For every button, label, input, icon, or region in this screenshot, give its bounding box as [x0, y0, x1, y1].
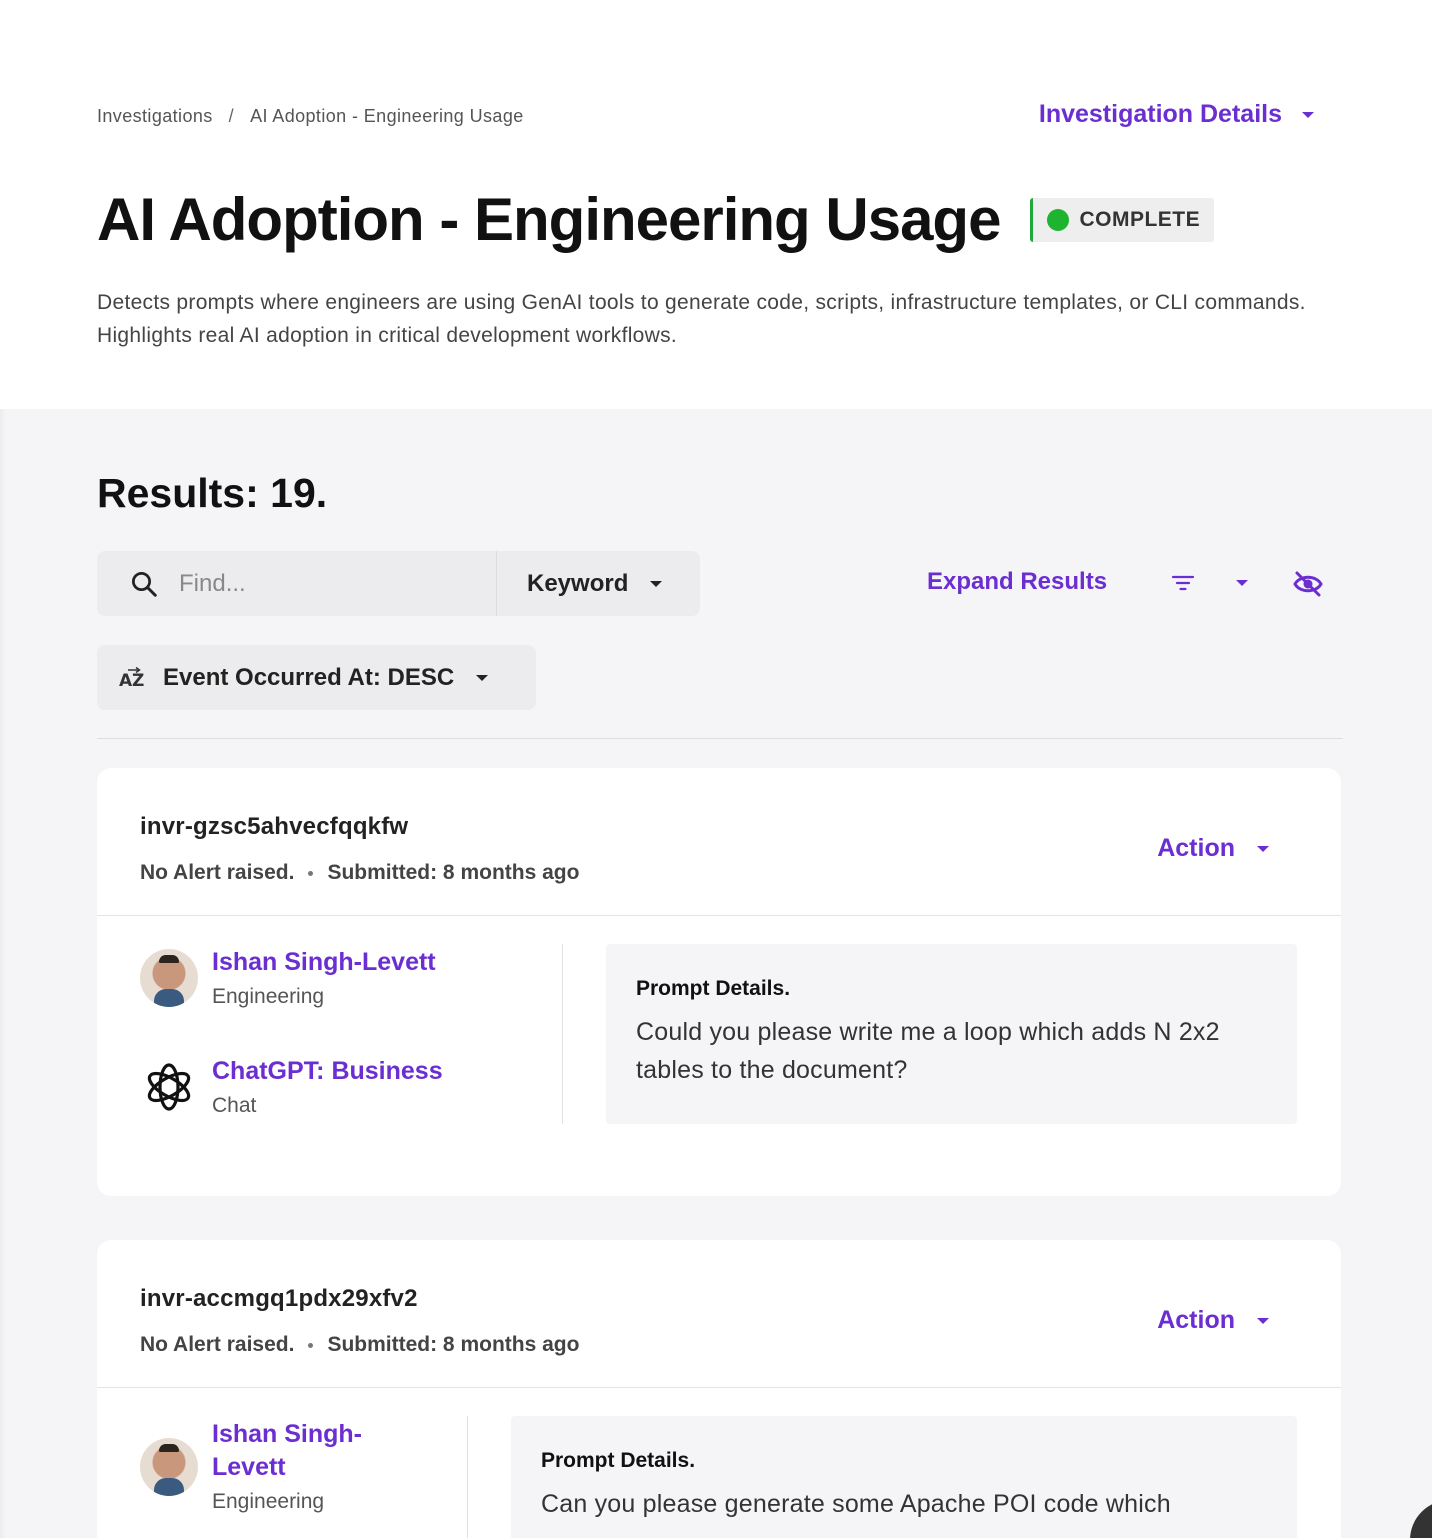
title-row: AI Adoption - Engineering Usage COMPLETE	[97, 185, 1215, 254]
user-department: Engineering	[212, 1490, 325, 1513]
caret-down-icon	[476, 674, 489, 681]
result-card-header: invr-accmgq1pdx29xfv2 No Alert raised. S…	[97, 1240, 1341, 1388]
breadcrumb: Investigations / AI Adoption - Engineeri…	[97, 106, 524, 127]
results-divider	[97, 738, 1343, 739]
prompt-details: Prompt Details. Could you please write m…	[606, 944, 1297, 1124]
expand-results-button[interactable]: Expand Results	[927, 568, 1107, 596]
user-info: Ishan Singh-Levett Engineering	[140, 1418, 402, 1514]
investigation-description: Detects prompts where engineers are usin…	[97, 291, 1306, 347]
sort-dropdown[interactable]: A Z Event Occurred At: DESC	[97, 645, 536, 710]
caret-down-icon	[1236, 580, 1248, 586]
caret-down-icon	[1302, 111, 1314, 118]
user-info: Ishan Singh-Levett Engineering	[140, 946, 436, 1009]
results-count: Results: 19.	[97, 470, 328, 516]
investigation-details-label: Investigation Details	[1038, 100, 1282, 128]
status-dot-icon	[1047, 208, 1070, 231]
result-card-header: invr-gzsc5ahvecfqqkfw No Alert raised. S…	[97, 768, 1341, 916]
avatar	[140, 949, 198, 1007]
eye-off-icon	[1293, 571, 1323, 597]
alert-status: No Alert raised.	[140, 861, 295, 884]
result-id[interactable]: invr-accmgq1pdx29xfv2	[140, 1285, 418, 1313]
prompt-details-label: Prompt Details.	[636, 977, 791, 1000]
alert-status: No Alert raised.	[140, 1333, 295, 1356]
action-dropdown[interactable]: Action	[1157, 1306, 1269, 1335]
caret-down-icon	[1257, 845, 1269, 852]
action-label: Action	[1157, 834, 1235, 862]
filter-dropdown-button[interactable]	[1170, 572, 1248, 594]
submitted-time: Submitted: 8 months ago	[327, 1333, 580, 1356]
breadcrumb-separator: /	[228, 106, 235, 126]
search-mode-label: Keyword	[527, 569, 629, 597]
result-id[interactable]: invr-gzsc5ahvecfqqkfw	[140, 813, 408, 841]
status-label: COMPLETE	[1079, 207, 1201, 231]
openai-logo-icon	[147, 1063, 191, 1111]
az-sort-icon: A Z	[119, 666, 144, 690]
prompt-text: Could you please write me a loop which a…	[636, 1018, 1220, 1084]
result-card: invr-gzsc5ahvecfqqkfw No Alert raised. S…	[97, 768, 1341, 1196]
user-name-link[interactable]: Ishan Singh-Levett	[212, 946, 436, 979]
search-mode-select[interactable]: Keyword	[497, 551, 700, 616]
window-corner	[1410, 1500, 1432, 1538]
result-card: invr-accmgq1pdx29xfv2 No Alert raised. S…	[97, 1240, 1341, 1538]
search-input[interactable]	[179, 569, 479, 598]
prompt-details-label: Prompt Details.	[541, 1449, 696, 1472]
prompt-details: Prompt Details. Can you please generate …	[511, 1416, 1297, 1538]
action-dropdown[interactable]: Action	[1157, 834, 1269, 863]
app-name-link[interactable]: ChatGPT: Business	[212, 1055, 443, 1088]
submitted-time: Submitted: 8 months ago	[327, 861, 580, 884]
column-separator	[562, 944, 563, 1124]
breadcrumb-investigations-link[interactable]: Investigations	[97, 106, 213, 127]
svg-text:Z: Z	[132, 671, 144, 690]
avatar	[140, 1438, 198, 1496]
sort-label: Event Occurred At: DESC	[163, 663, 455, 691]
result-meta: No Alert raised. Submitted: 8 months ago	[140, 861, 579, 885]
investigation-details-dropdown[interactable]: Investigation Details	[1039, 100, 1314, 129]
investigation-header: Investigations / AI Adoption - Engineeri…	[0, 0, 1432, 409]
prompt-text: Can you please generate some Apache POI …	[541, 1490, 1171, 1518]
breadcrumb-current: AI Adoption - Engineering Usage	[250, 106, 524, 126]
app-type: Chat	[212, 1094, 257, 1117]
search-icon	[132, 571, 157, 597]
page-title: AI Adoption - Engineering Usage	[97, 186, 1001, 253]
meta-separator-dot	[308, 1342, 314, 1348]
result-meta: No Alert raised. Submitted: 8 months ago	[140, 1333, 579, 1357]
user-name-link[interactable]: Ishan Singh-Levett	[212, 1418, 402, 1484]
search-box	[97, 551, 497, 616]
search-bar: Keyword	[97, 551, 700, 616]
caret-down-icon	[650, 580, 663, 587]
filter-icon	[1171, 575, 1195, 591]
hide-results-toggle[interactable]	[1292, 569, 1324, 604]
action-label: Action	[1157, 1306, 1235, 1334]
caret-down-icon	[1257, 1317, 1269, 1324]
svg-text:A: A	[119, 671, 133, 690]
status-badge: COMPLETE	[1030, 197, 1215, 242]
user-department: Engineering	[212, 985, 325, 1008]
column-separator	[467, 1416, 468, 1538]
app-info: ChatGPT: Business Chat	[140, 1055, 443, 1118]
meta-separator-dot	[308, 870, 314, 876]
